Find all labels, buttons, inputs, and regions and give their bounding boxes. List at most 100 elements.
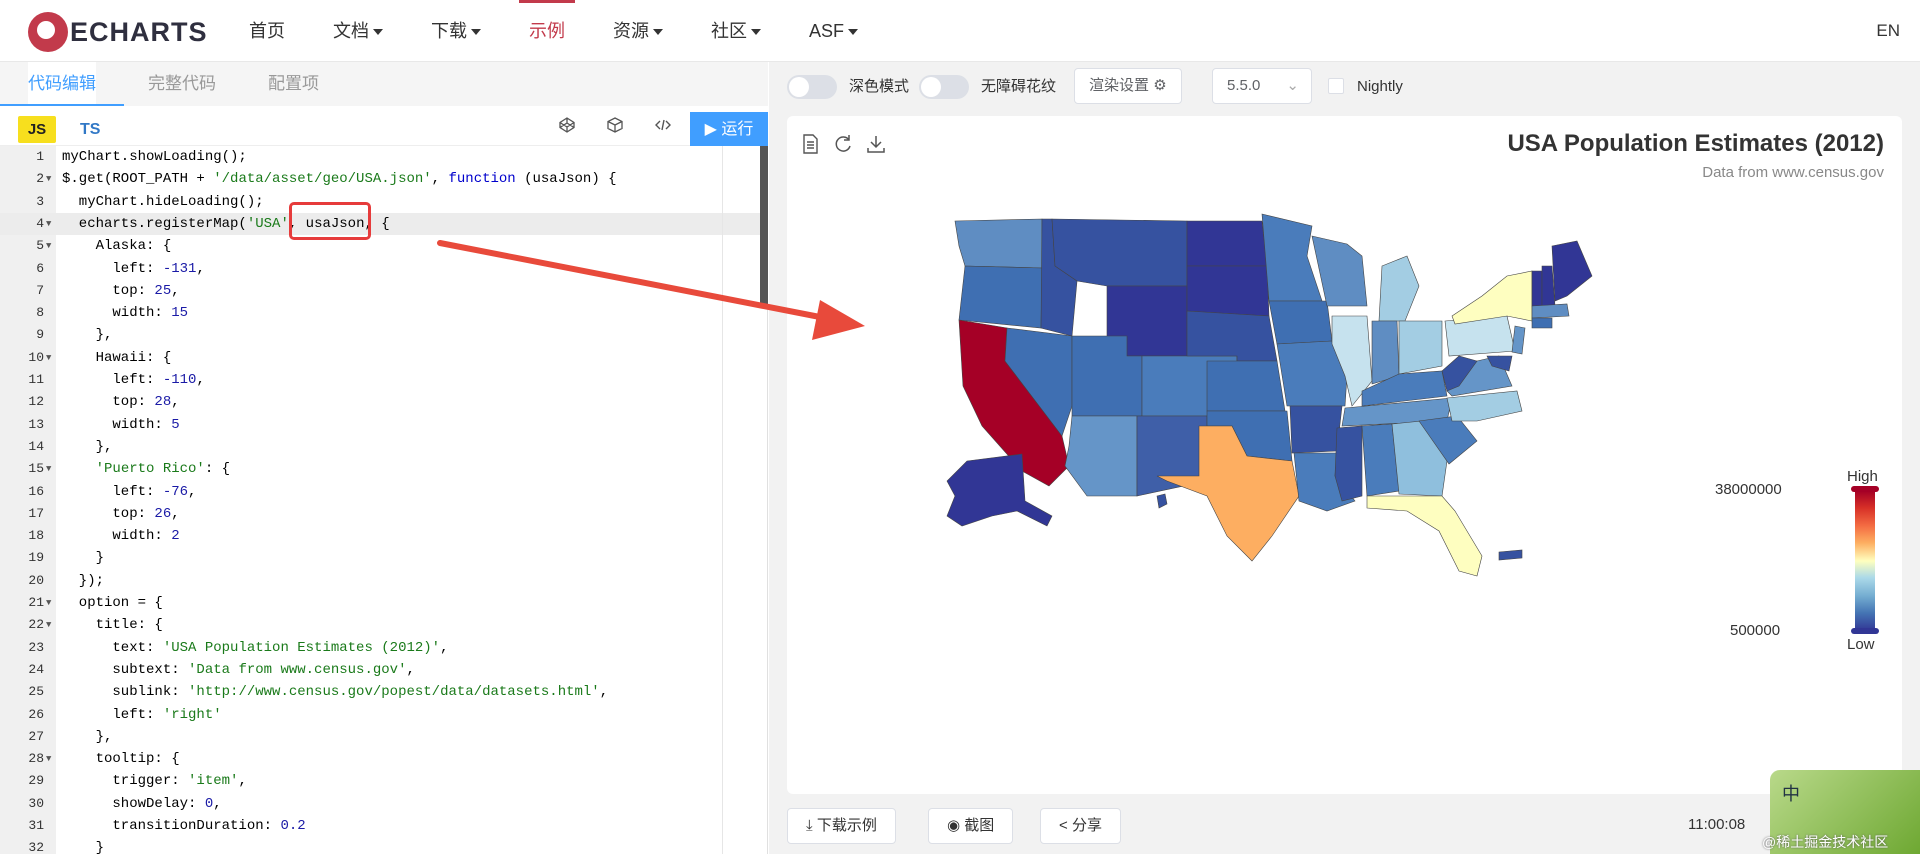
run-button[interactable]: ▶ 运行: [690, 112, 768, 148]
code-line[interactable]: 2 ▼ $.get(ROOT_PATH + '/data/asset/geo/USA…: [0, 168, 760, 190]
code-text: 'Puerto Rico': {: [95, 461, 231, 478]
nav-resources[interactable]: 资源: [613, 0, 663, 62]
code-line[interactable]: 29 trigger: 'item',: [0, 770, 760, 792]
code-line[interactable]: 11 left: -110,: [0, 369, 760, 391]
code-line[interactable]: 15 ▼ 'Puerto Rico': {: [0, 458, 760, 480]
line-number: 21: [28, 595, 44, 610]
version-select[interactable]: 5.5.0 ⌄: [1212, 68, 1312, 104]
a11y-pattern-toggle[interactable]: [919, 75, 969, 99]
print-margin: [722, 146, 723, 854]
code-text: text: 'USA Population Estimates (2012)',: [62, 639, 449, 656]
codesandbox-icon[interactable]: [604, 116, 626, 138]
fold-toggle-icon[interactable]: ▼: [46, 458, 51, 480]
code-line[interactable]: 8 width: 15: [0, 302, 760, 324]
preview-panel: 深色模式 无障碍花纹 渲染设置 ⚙ 5.5.0 ⌄ Nightly USA Po…: [769, 62, 1920, 854]
line-number: 23: [28, 639, 44, 655]
fold-toggle-icon[interactable]: ▼: [46, 213, 51, 235]
code-line[interactable]: 3 myChart.hideLoading();: [0, 191, 760, 213]
nav-download[interactable]: 下载: [431, 0, 481, 62]
js-toggle[interactable]: JS: [18, 116, 56, 143]
code-line[interactable]: 27 },: [0, 726, 760, 748]
code-line[interactable]: 9 },: [0, 324, 760, 346]
nav-examples[interactable]: 示例: [519, 0, 575, 62]
fold-toggle-icon[interactable]: ▼: [46, 347, 51, 369]
code-line[interactable]: 13 width: 5: [0, 414, 760, 436]
dark-mode-toggle[interactable]: [787, 75, 837, 99]
code-line[interactable]: 16 left: -76,: [0, 481, 760, 503]
line-number: 28: [28, 751, 44, 767]
nav-docs[interactable]: 文档: [333, 0, 383, 62]
line-number: 10: [28, 349, 44, 365]
code-line[interactable]: 5 ▼ Alaska: {: [0, 235, 760, 257]
tab-options[interactable]: 配置项: [268, 62, 319, 106]
line-number: 31: [28, 818, 44, 833]
line-number: 16: [28, 483, 44, 499]
code-line[interactable]: 18 width: 2: [0, 525, 760, 547]
download-example-button[interactable]: ⤓ 下载示例: [787, 808, 896, 844]
code-line[interactable]: 22 ▼ title: {: [0, 614, 760, 636]
code-line[interactable]: 6 left: -131,: [0, 258, 760, 280]
code-text: tooltip: {: [62, 751, 180, 768]
state-arizona: [1064, 415, 1138, 497]
state-florida: [1366, 495, 1483, 577]
line-number: 20: [28, 572, 44, 588]
code-line[interactable]: 31 transitionDuration: 0.2: [0, 815, 760, 837]
dark-mode-label: 深色模式: [849, 78, 910, 95]
codepen-icon[interactable]: [556, 116, 578, 138]
code-text: Hawaii: {: [62, 349, 172, 366]
editor-scrollbar[interactable]: [760, 146, 768, 306]
chevron-down-icon: [471, 29, 481, 36]
nightly-checkbox[interactable]: [1328, 78, 1344, 94]
fold-toggle-icon[interactable]: ▼: [46, 748, 51, 770]
code-editor[interactable]: 1 myChart.showLoading(); 2 ▼ $.get(ROOT_PATH…: [0, 146, 760, 854]
editor-tabs: 代码编辑 完整代码 配置项: [0, 62, 768, 106]
code-line[interactable]: 32 }: [0, 837, 760, 854]
code-text: left: -110,: [62, 372, 205, 388]
watermark-widget[interactable]: 中 @稀土掘金技术社区: [1762, 770, 1920, 854]
code-line[interactable]: 25 sublink: 'http://www.census.gov/popes…: [0, 681, 760, 703]
code-text: });: [62, 572, 105, 589]
code-line[interactable]: 26 left: 'right': [0, 704, 760, 726]
code-line[interactable]: 10 ▼ Hawaii: {: [0, 347, 760, 369]
echarts-logo[interactable]: ECHARTS: [28, 12, 208, 52]
code-line[interactable]: 12 top: 28,: [0, 391, 760, 413]
tab-code-edit[interactable]: 代码编辑: [0, 62, 124, 106]
code-format-icon[interactable]: [652, 116, 674, 138]
code-line[interactable]: 7 top: 25,: [0, 280, 760, 302]
line-number: 5: [36, 238, 44, 254]
language-switch[interactable]: EN: [1876, 0, 1900, 62]
nav-home[interactable]: 首页: [249, 0, 285, 62]
visual-map-max-value: 38000000: [1715, 481, 1782, 498]
nav-asf[interactable]: ASF: [809, 0, 859, 62]
usa-map[interactable]: [787, 116, 1902, 794]
line-number: 4: [36, 215, 44, 231]
code-line[interactable]: 24 subtext: 'Data from www.census.gov',: [0, 659, 760, 681]
tab-full-code[interactable]: 完整代码: [148, 62, 216, 106]
fold-toggle-icon[interactable]: ▼: [46, 235, 51, 257]
fold-toggle-icon[interactable]: ▼: [46, 168, 51, 190]
fold-toggle-icon[interactable]: ▼: [46, 614, 51, 636]
line-number: 22: [28, 617, 44, 633]
code-text: myChart.hideLoading();: [62, 193, 264, 210]
share-button[interactable]: < 分享: [1040, 808, 1121, 844]
code-line[interactable]: 21 ▼ option = {: [0, 592, 760, 614]
code-line[interactable]: 1 myChart.showLoading();: [0, 146, 760, 168]
code-line[interactable]: 14 },: [0, 436, 760, 458]
code-text: top: 25,: [62, 282, 180, 299]
code-line[interactable]: 30 showDelay: 0,: [0, 793, 760, 815]
fold-toggle-icon[interactable]: ▼: [46, 592, 51, 614]
render-settings-button[interactable]: 渲染设置 ⚙: [1074, 68, 1182, 104]
share-icon: <: [1059, 817, 1068, 834]
chevron-down-icon: ⌄: [1286, 77, 1299, 94]
code-line[interactable]: 4 ▼ echarts.registerMap('USA', usaJson, {: [0, 212, 760, 235]
code-line[interactable]: 28 ▼ tooltip: {: [0, 748, 760, 770]
screenshot-button[interactable]: ◉ 截图: [928, 808, 1014, 844]
nav-community[interactable]: 社区: [711, 0, 761, 62]
code-line[interactable]: 19 }: [0, 547, 760, 569]
ts-toggle[interactable]: TS: [80, 116, 100, 143]
watermark-text: @稀土掘金技术社区: [1762, 834, 1889, 850]
line-number: 19: [28, 550, 44, 566]
code-line[interactable]: 17 top: 26,: [0, 503, 760, 525]
code-line[interactable]: 23 text: 'USA Population Estimates (2012…: [0, 637, 760, 659]
code-line[interactable]: 20 });: [0, 570, 760, 592]
